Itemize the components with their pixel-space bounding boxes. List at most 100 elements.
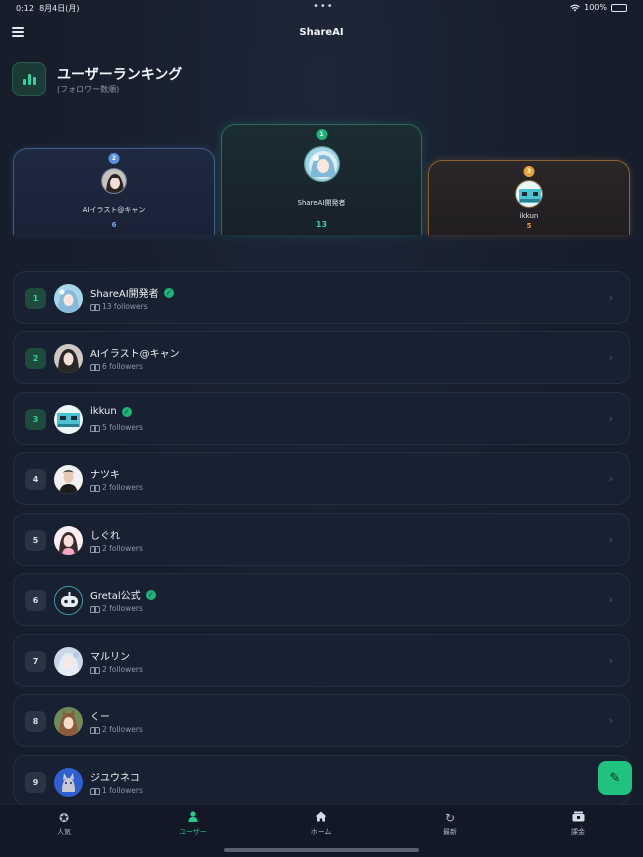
- avatar: [54, 405, 83, 434]
- follower-count: 2 followers: [90, 604, 143, 613]
- rank-number: 7: [25, 651, 46, 672]
- list-item[interactable]: 8 くー 2 followers ›: [13, 694, 630, 747]
- avatar: [54, 526, 83, 555]
- tab-home[interactable]: ホーム: [291, 811, 351, 837]
- rank-badge: 1: [316, 129, 327, 140]
- podium-second[interactable]: 2 AIイラスト@キャン 6: [13, 148, 215, 235]
- battery-percent: 100%: [584, 3, 607, 12]
- rank-number: 8: [25, 711, 46, 732]
- tab-label: 人気: [57, 828, 71, 836]
- rank-number: 6: [25, 590, 46, 611]
- rank-number: 4: [25, 469, 46, 490]
- status-right: 100%: [570, 3, 627, 12]
- home-icon: [291, 811, 351, 825]
- create-post-button[interactable]: ✎: [598, 761, 632, 795]
- rank-badge: 3: [523, 166, 535, 177]
- list-item[interactable]: 1 ShareAI開発者 ✓ 13 followers ›: [13, 271, 630, 324]
- multitasking-dots[interactable]: •••: [313, 1, 334, 12]
- podium-name: ShareAI開発者: [297, 199, 346, 207]
- list-item[interactable]: 3 ikkun ✓ 5 followers ›: [13, 392, 630, 445]
- paint-brush-icon: ✎: [609, 770, 621, 786]
- rank-number: 2: [25, 348, 46, 369]
- follower-count: 2 followers: [90, 483, 143, 492]
- avatar: [515, 180, 543, 208]
- people-icon: [90, 605, 100, 613]
- bar-chart-icon: [12, 62, 46, 96]
- follower-count: 2 followers: [90, 725, 143, 734]
- page-subtitle: (フォロワー数順): [57, 85, 120, 94]
- chevron-right-icon: ›: [608, 714, 613, 727]
- battery-icon: [611, 3, 627, 12]
- status-bar: 0:12 8月4日(月) ••• 100%: [0, 0, 643, 16]
- follower-count: 1 followers: [90, 786, 143, 795]
- user-name: くー: [90, 712, 110, 723]
- verified-icon: ✓: [121, 406, 132, 417]
- tab-label: 最新: [443, 828, 457, 836]
- rank-number: 5: [25, 530, 46, 551]
- tab-popular[interactable]: ✪ 人気: [34, 811, 94, 837]
- home-indicator[interactable]: [224, 848, 419, 852]
- avatar: [303, 146, 340, 182]
- tab-users[interactable]: ユーザー: [163, 811, 223, 837]
- list-item[interactable]: 9 ジユウネコ 1 followers: [13, 755, 630, 805]
- avatar: [54, 647, 83, 676]
- list-item[interactable]: 7 マルリン 2 followers ›: [13, 634, 630, 687]
- list-item[interactable]: 4 ナツキ 2 followers ›: [13, 452, 630, 505]
- list-item[interactable]: 6 Gretal公式 ✓ 2 followers ›: [13, 573, 630, 626]
- user-name: しぐれ: [90, 531, 120, 542]
- chevron-right-icon: ›: [608, 351, 613, 364]
- user-name: AIイラスト@キャン: [90, 349, 180, 360]
- rank-number: 1: [25, 288, 46, 309]
- avatar: [54, 344, 83, 373]
- people-icon: [90, 424, 100, 432]
- chevron-right-icon: ›: [608, 533, 613, 546]
- avatar: [54, 586, 83, 615]
- chevron-right-icon: ›: [608, 593, 613, 606]
- podium-third[interactable]: 3 ikkun 5: [428, 160, 630, 235]
- people-icon: [90, 666, 100, 674]
- people-icon: [90, 726, 100, 734]
- history-icon: ↻: [444, 811, 456, 825]
- user-name: マルリン: [90, 652, 130, 663]
- people-icon: [90, 363, 100, 371]
- avatar: [54, 284, 83, 313]
- tab-latest[interactable]: ↻ 最新: [420, 811, 480, 837]
- podium-count: 6: [111, 221, 117, 229]
- follower-count: 5 followers: [90, 423, 143, 432]
- avatar: [54, 707, 83, 736]
- chevron-right-icon: ›: [608, 654, 613, 667]
- avatar: [101, 168, 127, 194]
- chevron-right-icon: ›: [608, 472, 613, 485]
- follower-count: 2 followers: [90, 665, 143, 674]
- user-name: ナツキ: [90, 470, 120, 481]
- follower-count: 6 followers: [90, 362, 143, 371]
- tab-label: ユーザー: [179, 828, 207, 836]
- verified-icon: ✓: [145, 589, 156, 600]
- chevron-right-icon: ›: [608, 291, 613, 304]
- user-name: ShareAI開発者 ✓: [90, 285, 174, 300]
- top-bar: ShareAI: [0, 22, 643, 44]
- list-item[interactable]: 2 AIイラスト@キャン 6 followers ›: [13, 331, 630, 384]
- people-icon: [90, 545, 100, 553]
- rank-badge: 2: [108, 153, 120, 164]
- user-name: Gretal公式 ✓: [90, 587, 156, 602]
- verified-icon: ✓: [163, 287, 174, 298]
- app-title: ShareAI: [299, 27, 344, 38]
- follower-count: 13 followers: [90, 302, 148, 311]
- podium-count: 13: [315, 220, 328, 229]
- wifi-icon: [570, 4, 580, 11]
- user-name: ikkun ✓: [90, 406, 132, 417]
- list-item[interactable]: 5 しぐれ 2 followers ›: [13, 513, 630, 566]
- people-icon: [90, 787, 100, 795]
- people-icon: [90, 484, 100, 492]
- user-icon: [163, 811, 223, 825]
- podium-first[interactable]: 1 ShareAI開発者 13: [221, 124, 422, 235]
- tab-label: 課金: [571, 828, 585, 836]
- user-name: ジユウネコ: [90, 773, 140, 784]
- follower-count: 2 followers: [90, 544, 143, 553]
- tab-billing[interactable]: 課金: [548, 811, 608, 837]
- podium-name: ikkun: [519, 212, 539, 220]
- page-title: ユーザーランキング: [57, 67, 183, 83]
- tab-label: ホーム: [310, 828, 332, 836]
- wallet-icon: [548, 811, 608, 825]
